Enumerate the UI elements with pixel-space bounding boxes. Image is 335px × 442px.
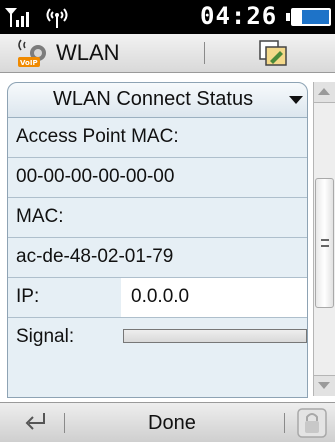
title-divider (204, 42, 205, 64)
mac-value: ac-de-48-02-01-79 (16, 246, 174, 267)
signal-label: Signal: (16, 326, 75, 347)
ip-value: 0.0.0.0 (131, 286, 190, 307)
status-bar: 04:26 (0, 0, 335, 34)
ip-label: IP: (16, 286, 40, 307)
title-bar: VoIP WLAN (0, 34, 335, 73)
softkey-bar: Done (0, 402, 335, 442)
scroll-thumb[interactable] (315, 178, 334, 308)
mac-label: MAC: (16, 206, 64, 227)
vertical-scrollbar[interactable] (313, 82, 335, 396)
done-label: Done (148, 412, 196, 434)
back-icon[interactable] (22, 411, 50, 433)
svg-text:VoIP: VoIP (20, 59, 38, 67)
lock-icon[interactable] (296, 407, 328, 439)
mac-value-row: ac-de-48-02-01-79 (8, 238, 307, 278)
edit-icon[interactable] (258, 39, 288, 67)
clock: 04:26 (200, 2, 278, 30)
signal-icon (5, 8, 29, 27)
done-button[interactable]: Done (110, 403, 230, 442)
ap-mac-value: 00-00-00-00-00-00 (16, 166, 175, 187)
softkey-divider (284, 413, 285, 433)
grip-icon (321, 239, 329, 247)
signal-strength-bar (123, 329, 307, 343)
signal-row: Signal: (8, 318, 307, 357)
voip-icon: VoIP (18, 39, 46, 67)
ap-mac-value-row: 00-00-00-00-00-00 (8, 158, 307, 198)
ip-value-box: 0.0.0.0 (121, 278, 307, 317)
ap-mac-label: Access Point MAC: (16, 126, 179, 147)
wlan-status-panel: WLAN Connect Status Access Point MAC: 00… (7, 82, 308, 398)
chevron-down-icon[interactable] (289, 96, 303, 104)
softkey-divider (64, 413, 65, 433)
ap-mac-label-row: Access Point MAC: (8, 118, 307, 158)
ip-row: IP: 0.0.0.0 (8, 278, 307, 318)
scroll-up-arrow[interactable] (314, 82, 335, 103)
wifi-antenna-icon (46, 8, 68, 28)
scroll-down-arrow[interactable] (314, 375, 335, 396)
page-title: WLAN (56, 40, 120, 65)
battery-icon (286, 8, 331, 26)
mac-label-row: MAC: (8, 198, 307, 238)
status-dropdown[interactable]: WLAN Connect Status (8, 83, 307, 118)
dropdown-selected: WLAN Connect Status (53, 88, 254, 110)
